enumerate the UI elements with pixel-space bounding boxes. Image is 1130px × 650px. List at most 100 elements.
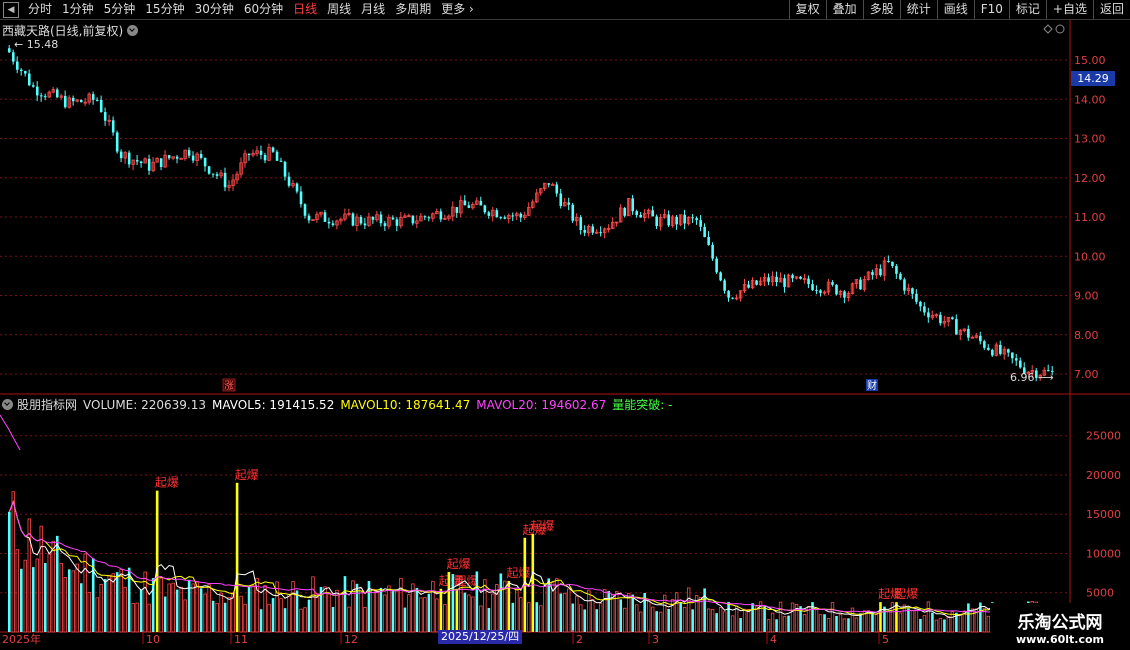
candle-body (791, 275, 794, 279)
candle-body (287, 176, 291, 186)
high-price-label: ← 15.48 (14, 38, 58, 51)
candle-body (379, 214, 383, 224)
toolbar-button[interactable]: 画线 (936, 0, 974, 19)
candle-body (95, 99, 99, 101)
toolbar-button[interactable]: 多股 (862, 0, 900, 19)
volume-bar (958, 614, 963, 633)
volume-bar (898, 612, 903, 633)
candle-body (383, 223, 387, 227)
candle-body (103, 112, 107, 121)
volume-bar (818, 614, 823, 633)
candle-body (799, 276, 802, 279)
date-label: 4 (770, 633, 777, 646)
toolbar-button[interactable]: F10 (973, 0, 1009, 19)
date-label: 12 (344, 633, 358, 646)
volume-bar (487, 608, 491, 632)
volume-bar (195, 581, 199, 633)
volume-bar (778, 601, 783, 633)
candle-body (967, 328, 970, 338)
volume-bar (315, 593, 319, 633)
back-nav-icon[interactable]: ◀ (3, 1, 19, 18)
period-tab[interactable]: 15分钟 (140, 0, 189, 19)
volume-bar (727, 601, 730, 632)
volume-bar (339, 594, 343, 633)
volume-bar (471, 596, 475, 633)
period-tab[interactable]: 分时 (23, 0, 57, 19)
volume-bar (527, 602, 531, 633)
candle-body (503, 217, 507, 219)
candle-body (371, 216, 375, 220)
volume-bar (627, 593, 631, 633)
volume-bar (267, 603, 271, 633)
volume-bar (431, 580, 435, 633)
volume-bar (922, 615, 927, 633)
toolbar-button[interactable]: 叠加 (825, 0, 863, 19)
candle-body (583, 229, 587, 233)
candle-body (599, 232, 603, 234)
toolbar-button[interactable]: 复权 (788, 0, 826, 19)
volume-bar (934, 619, 939, 633)
candle-body (939, 314, 942, 324)
volume-bar (547, 578, 551, 632)
candle-body (127, 152, 131, 165)
period-tab[interactable]: 更多 › (436, 0, 479, 19)
candle-body (1011, 352, 1014, 359)
period-tab[interactable]: 月线 (356, 0, 390, 19)
toolbar-button[interactable]: 返回 (1092, 0, 1130, 19)
volume-bar (667, 608, 670, 632)
candle-body (591, 226, 595, 233)
candle-body (27, 73, 31, 86)
volume-bar (754, 606, 759, 633)
diamond-icon (1043, 24, 1053, 34)
candle-body (871, 272, 874, 275)
volume-bar (775, 619, 778, 632)
candle-body (711, 244, 714, 259)
candle-body (831, 282, 834, 285)
volume-bar (203, 593, 207, 633)
volume-bar (163, 596, 167, 632)
candle-body (31, 85, 35, 87)
candle-body (807, 278, 810, 285)
candle-body (167, 155, 171, 159)
candle-body (215, 174, 219, 176)
candle-body (955, 319, 958, 335)
volume-bar (75, 563, 79, 633)
volume-bar (147, 603, 151, 633)
volume-bar (135, 602, 139, 633)
period-tab[interactable]: 周线 (322, 0, 356, 19)
candle-body (111, 120, 115, 133)
volume-bar (515, 588, 519, 633)
volume-bar (650, 606, 655, 633)
candle-body (119, 151, 123, 159)
date-label: 2 (576, 633, 583, 646)
candle-body (203, 157, 207, 167)
toolbar-button[interactable]: 统计 (899, 0, 937, 19)
volume-bar (299, 608, 303, 633)
candle-body (427, 217, 431, 219)
candle-body (811, 284, 814, 291)
candle-body (887, 260, 890, 262)
candle-body (43, 96, 47, 98)
volume-bar (646, 600, 651, 633)
candle-body (767, 277, 770, 282)
candle-body (363, 223, 367, 226)
volume-bar (15, 549, 19, 633)
period-tab[interactable]: 多周期 (390, 0, 436, 19)
toolbar-button[interactable]: 标记 (1008, 0, 1046, 19)
kline-chart[interactable]: 15.00 14.00 13.00 12.00 11.00 10.00 9.00 8.00 7.… (0, 20, 1130, 650)
period-tab[interactable]: 日线 (288, 0, 322, 19)
period-tab[interactable]: 1分钟 (57, 0, 99, 19)
volume-bar (199, 588, 203, 632)
volume-bar (383, 594, 387, 633)
signal-label: 起爆 (155, 476, 179, 490)
volume-tick-label: 20000 (1086, 469, 1121, 482)
period-tab[interactable]: 60分钟 (239, 0, 288, 19)
period-tab[interactable]: 30分钟 (190, 0, 239, 19)
toolbar-button[interactable]: +自选 (1045, 0, 1093, 19)
action-buttons: 复权 叠加 多股 统计 画线 F10 标记 +自选 返回 (788, 0, 1130, 19)
volume-bar (59, 562, 63, 633)
candle-body (555, 184, 559, 194)
signal-label: 起爆 (235, 468, 259, 482)
period-tab[interactable]: 5分钟 (99, 0, 141, 19)
volume-bar (475, 571, 479, 632)
